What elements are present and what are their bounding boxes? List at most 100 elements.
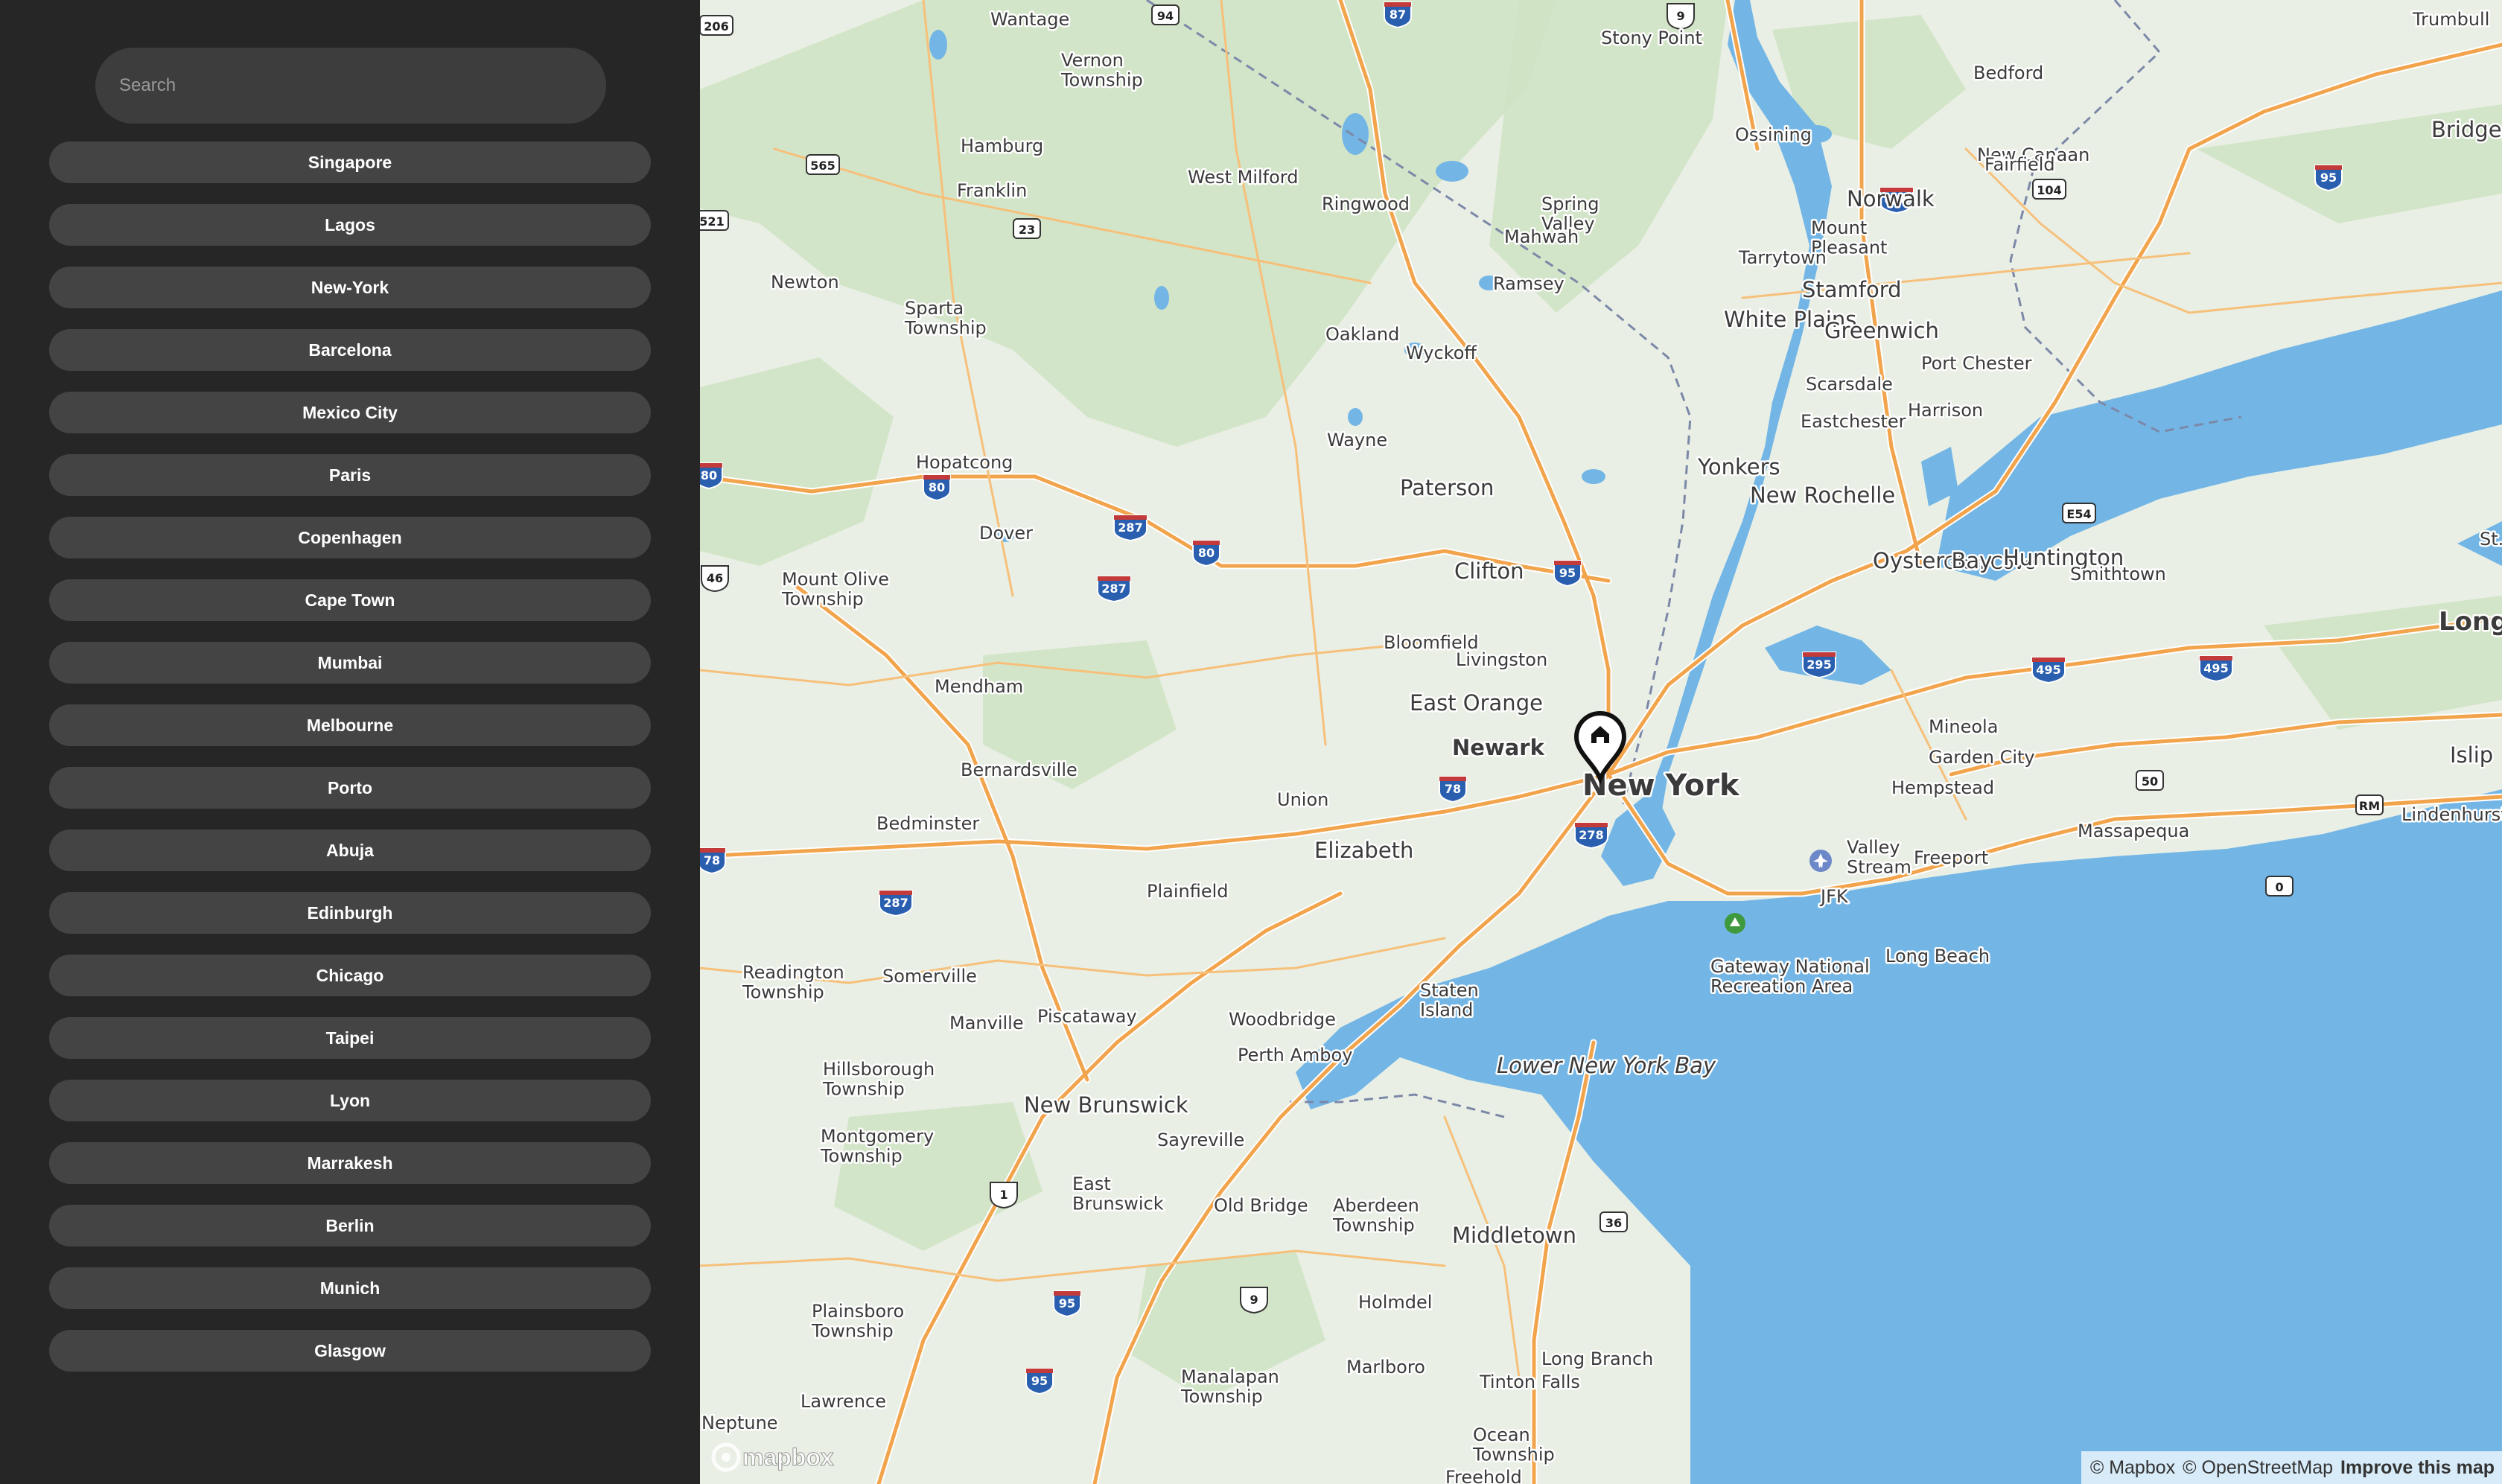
highway-shield: 23 <box>1013 218 1041 239</box>
place-label: Bernardsville <box>961 759 1077 780</box>
mapbox-attribution-link[interactable]: © Mapbox <box>2090 1457 2175 1479</box>
highway-shield: 95 <box>1553 560 1582 587</box>
place-label: Dover <box>979 523 1033 544</box>
city-button[interactable]: Paris <box>49 454 651 496</box>
place-label: Mendham <box>935 676 1023 697</box>
highway-shield: 287 <box>1113 515 1147 542</box>
place-label: Hopatcong <box>916 452 1013 473</box>
highway-shield: 9 <box>1240 1287 1268 1314</box>
city-button[interactable]: Singapore <box>49 141 651 183</box>
city-button[interactable]: Cape Town <box>49 579 651 621</box>
park-icon <box>1725 913 1745 934</box>
place-label: Wayne <box>1327 430 1387 450</box>
svg-text:E54: E54 <box>2066 507 2091 521</box>
place-label: Newark <box>1452 735 1545 760</box>
place-label: Garden City <box>1929 747 2035 768</box>
place-label: Livingston <box>1456 649 1547 670</box>
svg-text:287: 287 <box>1118 520 1142 535</box>
place-label: Hamburg <box>961 136 1043 156</box>
place-label: Bedminster <box>876 813 979 834</box>
highway-shield: 104 <box>2032 179 2066 200</box>
highway-shield: 295 <box>1802 652 1836 679</box>
highway-shield: 95 <box>1053 1290 1081 1318</box>
city-button[interactable]: Berlin <box>49 1205 651 1246</box>
city-button[interactable]: Abuja <box>49 829 651 871</box>
place-label: JFK <box>1819 886 1849 907</box>
place-label: New York <box>1582 768 1740 803</box>
city-button[interactable]: Lagos <box>49 204 651 246</box>
place-label: Franklin <box>957 180 1027 201</box>
place-label: Staten Island <box>1420 980 1479 1020</box>
improve-map-link[interactable]: Improve this map <box>2340 1457 2495 1479</box>
svg-text:287: 287 <box>1101 582 1126 596</box>
svg-text:80: 80 <box>1198 546 1215 560</box>
highway-shield: 78 <box>1439 776 1467 803</box>
place-label: Clifton <box>1454 558 1524 584</box>
map-canvas[interactable]: 20694 87 956552123684104958080287804628795… <box>700 0 2502 1484</box>
highway-shield: 1 <box>990 1182 1018 1209</box>
place-label: Ringwood <box>1322 194 1410 214</box>
svg-text:78: 78 <box>1445 782 1461 796</box>
city-button[interactable]: Munich <box>49 1267 651 1309</box>
place-label: Paterson <box>1400 475 1494 500</box>
city-button[interactable]: Edinburgh <box>49 892 651 934</box>
place-label: Oyster Bay <box>1873 548 1992 573</box>
place-label: Long <box>2439 607 2502 637</box>
city-button[interactable]: Mexico City <box>49 392 651 433</box>
city-button[interactable]: Porto <box>49 767 651 809</box>
highway-shield: 80 <box>1192 540 1220 567</box>
place-label: Hempstead <box>1891 777 1994 798</box>
highway-shield: 495 <box>2199 655 2233 683</box>
svg-text:495: 495 <box>2203 661 2228 675</box>
highway-shield: 50 <box>2136 770 2164 791</box>
place-label: Lower New York Bay <box>1497 1053 1716 1078</box>
highway-shield: 206 <box>700 15 733 36</box>
city-button[interactable]: Barcelona <box>49 329 651 371</box>
place-label: Old Bridge <box>1214 1195 1308 1216</box>
city-button[interactable]: Mumbai <box>49 642 651 684</box>
city-button[interactable]: Lyon <box>49 1080 651 1121</box>
svg-text:mapbox: mapbox <box>742 1444 834 1471</box>
map-view[interactable]: 206 94 87 9 565 521 23 684 104 95 80 80 287 80 46 287 95… <box>700 0 2502 1484</box>
place-label: Sayreville <box>1157 1130 1244 1150</box>
place-label: St. J <box>2480 529 2502 550</box>
svg-text:278: 278 <box>1579 828 1603 842</box>
highway-shield: 78 <box>700 847 726 875</box>
search-input[interactable] <box>95 48 606 124</box>
svg-text:95: 95 <box>1559 566 1576 580</box>
city-button[interactable]: Copenhagen <box>49 517 651 558</box>
svg-text:104: 104 <box>2037 183 2061 197</box>
osm-attribution-link[interactable]: © OpenStreetMap <box>2183 1457 2333 1479</box>
place-label: Tarrytown <box>1738 247 1827 268</box>
city-button[interactable]: Taipei <box>49 1017 651 1059</box>
place-label: Newton <box>771 272 839 293</box>
place-label: Middletown <box>1452 1223 1576 1248</box>
highway-shield: RM <box>2355 794 2384 815</box>
city-button[interactable]: Marrakesh <box>49 1142 651 1184</box>
place-label: Massapequa <box>2078 821 2189 841</box>
highway-shield: E54 <box>2062 503 2096 523</box>
city-button[interactable]: Glasgow <box>49 1330 651 1372</box>
svg-text:95: 95 <box>1059 1296 1075 1311</box>
city-button[interactable]: Melbourne <box>49 704 651 746</box>
svg-text:78: 78 <box>704 853 720 867</box>
place-label: Aberdeen Township <box>1332 1195 1419 1235</box>
highway-shield: 521 <box>700 210 729 231</box>
place-label: Oakland <box>1325 324 1399 345</box>
place-label: Freeport <box>1914 847 1988 868</box>
place-label: Greenwich <box>1824 318 1939 343</box>
place-label: Mineola <box>1929 716 1998 737</box>
place-label: Yonkers <box>1697 454 1780 480</box>
svg-text:521: 521 <box>700 214 725 229</box>
place-label: Gateway National Recreation Area <box>1710 956 1870 996</box>
place-label: West Milford <box>1188 167 1299 188</box>
place-label: Holmdel <box>1358 1292 1432 1313</box>
place-label: Eastchester <box>1801 411 1906 432</box>
place-label: Norwalk <box>1847 186 1935 211</box>
airport-icon <box>1809 850 1832 872</box>
city-button[interactable]: Chicago <box>49 955 651 996</box>
highway-shield: 287 <box>879 890 913 917</box>
svg-text:295: 295 <box>1807 657 1831 672</box>
city-button[interactable]: New-York <box>49 267 651 308</box>
place-label: Stony Point <box>1601 28 1702 48</box>
